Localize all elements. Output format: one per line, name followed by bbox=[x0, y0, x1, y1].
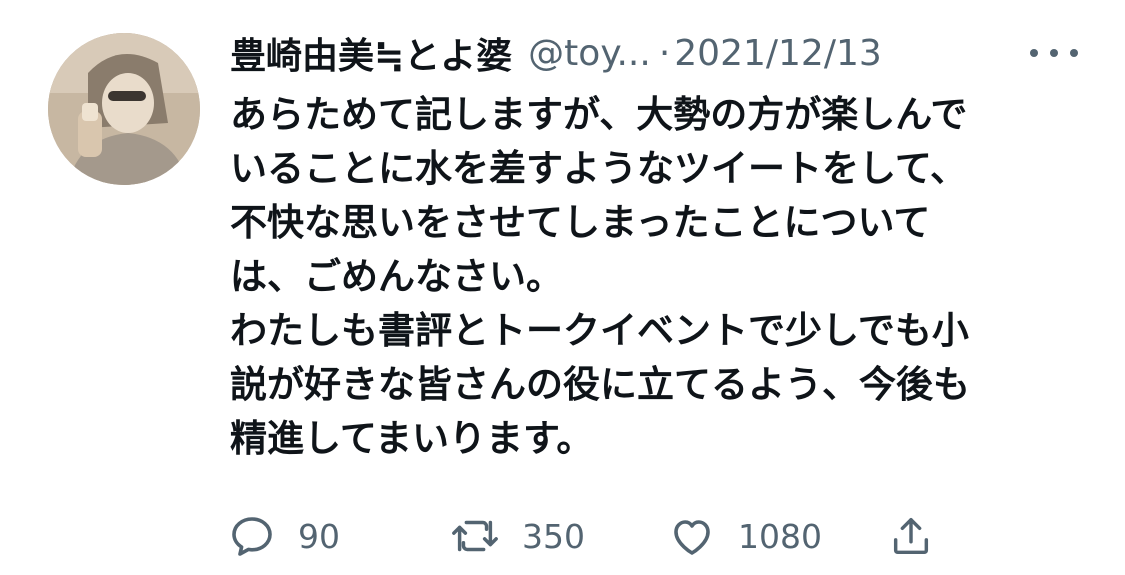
tweet[interactable]: 豊崎由美≒とよ婆 @toy... · 2021/12/13 あらためて記しますが… bbox=[0, 0, 1125, 575]
reply-count: 90 bbox=[298, 516, 340, 556]
like-count: 1080 bbox=[738, 516, 822, 556]
more-dot bbox=[1030, 49, 1038, 57]
like-button[interactable]: 1080 bbox=[668, 510, 822, 562]
tweet-actions: 90 350 1080 bbox=[228, 510, 968, 562]
reply-button[interactable]: 90 bbox=[228, 510, 340, 562]
reply-icon bbox=[232, 517, 272, 556]
tweet-text-line: 精進してまいります。 bbox=[230, 417, 594, 460]
more-horizontal-icon[interactable] bbox=[1030, 38, 1078, 68]
avatar[interactable] bbox=[48, 33, 200, 185]
retweet-icon bbox=[452, 520, 498, 552]
tweet-text-line: 不快な思いをさせてしまったことについて bbox=[230, 201, 931, 244]
share-button[interactable] bbox=[888, 510, 934, 562]
display-name[interactable]: 豊崎由美≒とよ婆 bbox=[230, 27, 512, 79]
heart-icon bbox=[674, 520, 710, 555]
retweet-button[interactable]: 350 bbox=[450, 510, 585, 562]
tweet-header: 豊崎由美≒とよ婆 @toy... · 2021/12/13 bbox=[230, 28, 882, 78]
more-dot bbox=[1070, 49, 1078, 57]
tweet-date[interactable]: 2021/12/13 bbox=[674, 33, 882, 74]
avatar-image bbox=[48, 33, 200, 185]
separator-dot: · bbox=[658, 32, 671, 74]
more-dot bbox=[1050, 49, 1058, 57]
retweet-count: 350 bbox=[522, 516, 585, 556]
tweet-text-line: わたしも書評とトークイベントで少しでも小 bbox=[230, 309, 969, 352]
user-handle[interactable]: @toy... bbox=[528, 33, 651, 74]
tweet-text-line: いることに水を差すようなツイートをして、 bbox=[230, 147, 968, 190]
tweet-text-line: は、ごめんなさい。 bbox=[230, 255, 563, 298]
tweet-text-line: あらためて記しますが、大勢の方が楽しんで bbox=[230, 93, 968, 136]
tweet-text-line: 説が好きな皆さんの役に立てるよう、今後も bbox=[230, 363, 970, 406]
share-icon bbox=[893, 517, 929, 555]
tweet-text: あらためて記しますが、大勢の方が楽しんで いることに水を差すようなツイートをして… bbox=[230, 88, 1080, 466]
